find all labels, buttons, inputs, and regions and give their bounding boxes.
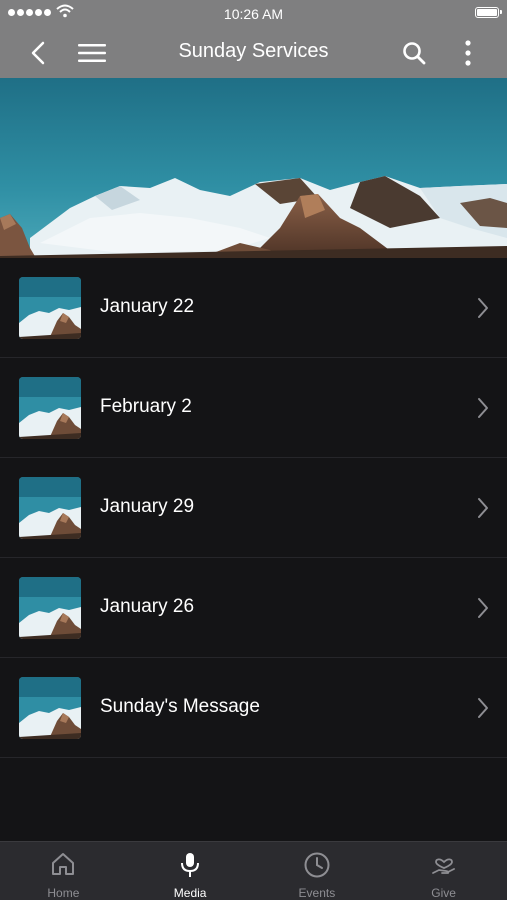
tab-events[interactable]: Events [254, 842, 381, 900]
item-thumbnail [19, 377, 81, 439]
tab-label: Give [431, 886, 456, 900]
more-options-button[interactable] [446, 28, 490, 78]
chevron-right-icon [478, 498, 488, 518]
item-title: January 29 [100, 496, 195, 517]
tab-media[interactable]: Media [127, 842, 254, 900]
tab-label: Events [298, 886, 336, 900]
list-item[interactable]: January 22 [0, 258, 507, 358]
item-thumbnail [19, 677, 81, 739]
chevron-right-icon [478, 698, 488, 718]
list-item[interactable]: February 2 [0, 358, 507, 458]
more-vertical-icon [465, 40, 471, 66]
services-list: January 22 February 2 January 29 January… [0, 258, 507, 758]
tab-home[interactable]: Home [0, 842, 127, 900]
chevron-right-icon [478, 598, 488, 618]
chevron-right-icon [478, 298, 488, 318]
item-thumbnail [19, 577, 81, 639]
item-title: Sunday's Message [100, 696, 260, 717]
item-title: February 2 [100, 396, 192, 417]
battery-icon [475, 7, 502, 18]
hero-banner-image [0, 78, 507, 258]
home-icon [52, 853, 75, 875]
item-title: January 26 [100, 596, 195, 617]
item-thumbnail [19, 477, 81, 539]
status-bar: 10:26 AM [0, 0, 507, 28]
status-time: 10:26 AM [223, 6, 284, 22]
chevron-right-icon [478, 398, 488, 418]
list-item[interactable]: January 29 [0, 458, 507, 558]
list-item[interactable]: January 26 [0, 558, 507, 658]
clock-icon [304, 852, 330, 878]
tab-bar: Home Media Events Give [0, 841, 507, 900]
search-button[interactable] [392, 28, 436, 78]
search-icon [403, 42, 426, 65]
item-title: January 22 [100, 296, 195, 317]
item-thumbnail [19, 277, 81, 339]
mountain-photo [0, 78, 507, 258]
navigation-bar: Sunday Services [0, 28, 507, 78]
giving-hand-icon [431, 858, 455, 874]
tab-label: Media [173, 886, 207, 900]
tab-give[interactable]: Give [380, 842, 507, 900]
microphone-icon [181, 853, 200, 877]
tab-label: Home [47, 886, 80, 900]
list-item[interactable]: Sunday's Message [0, 658, 507, 758]
